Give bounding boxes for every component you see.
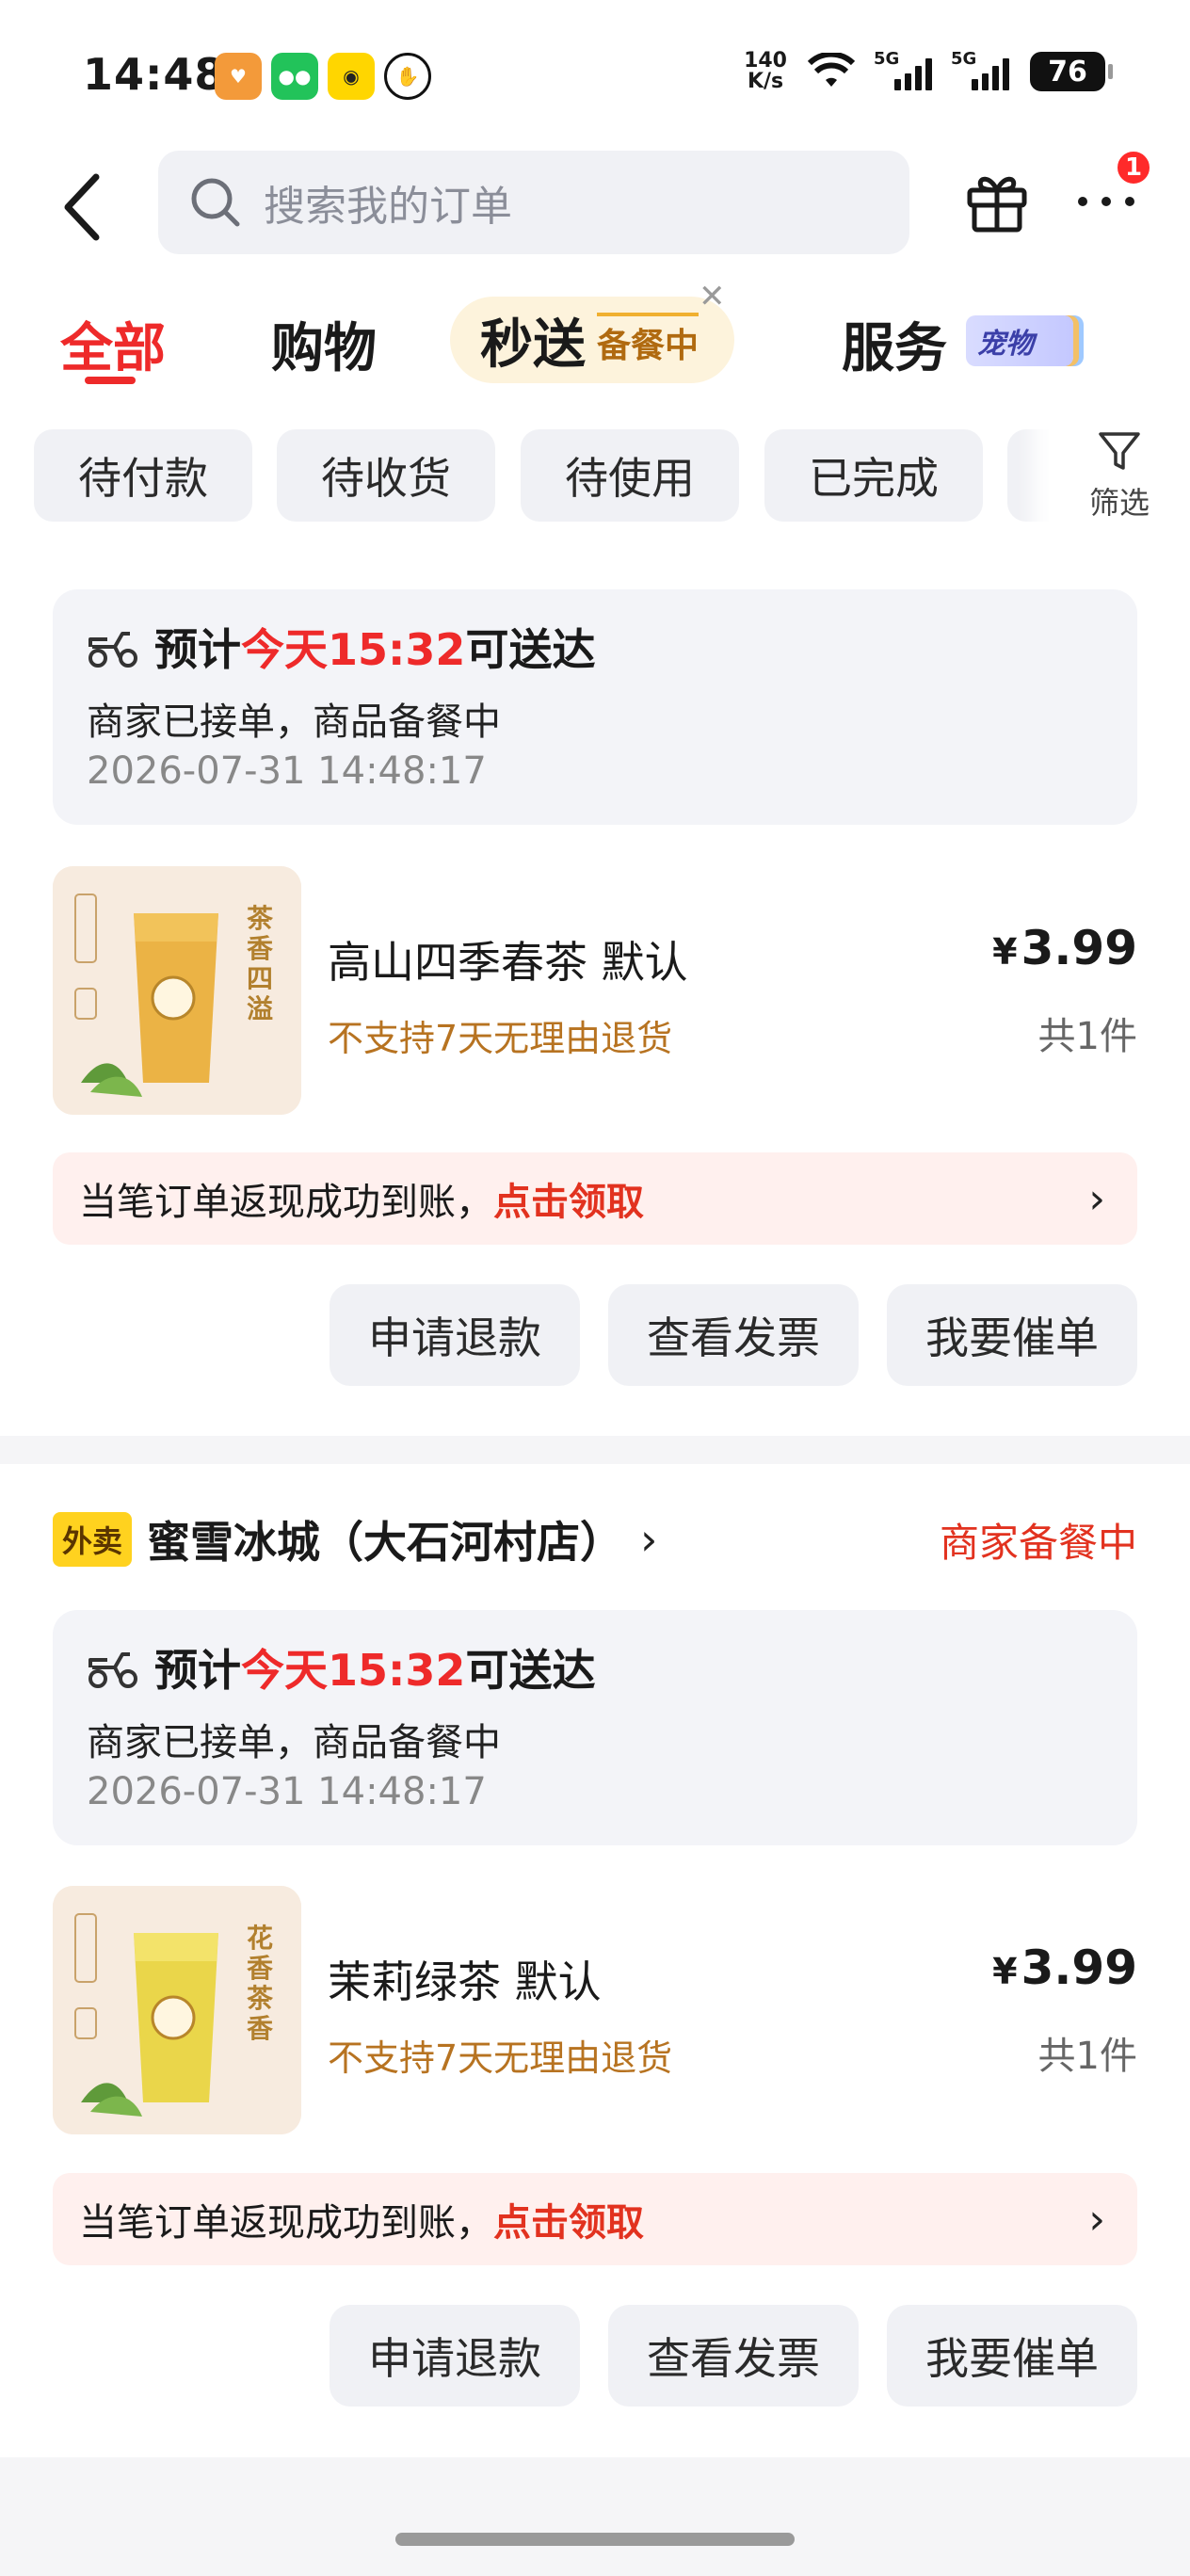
chip-pending-use[interactable]: 待使用 (521, 429, 739, 522)
order-card: 外卖 蜜雪冰城（大石河村店） › 商家备餐中 预计今天15:32可送达 商家已接… (0, 1464, 1190, 2457)
gesture-bar[interactable] (395, 2533, 795, 2546)
wifi-icon (808, 53, 855, 87)
search-icon (191, 178, 240, 227)
store-header[interactable]: 外卖 蜜雪冰城（大石河村店） › 商家备餐中 (53, 1511, 1137, 1568)
notification-icons: ♥ ●● ◉ ✋ (215, 53, 431, 100)
filter-icon (1099, 432, 1140, 470)
order-actions: 申请退款 查看发票 我要催单 (330, 2305, 1137, 2407)
product-quantity: 共1件 (1037, 2035, 1137, 2078)
signal-icon-1: 5G (874, 49, 932, 90)
cashback-banner[interactable]: 当笔订单返现成功到账， 点击领取 › (53, 1152, 1137, 1245)
signal-icon-2: 5G (951, 49, 1009, 90)
chevron-right-icon: › (1088, 2195, 1105, 2244)
product-thumb-text: 花香茶香 (247, 1923, 274, 2044)
hand-icon: ✋ (384, 53, 431, 100)
tab-services[interactable]: 服务 (842, 306, 947, 382)
claim-cashback-link[interactable]: 点击领取 (493, 1171, 644, 1226)
delivery-eta-box: 预计今天15:32可送达 商家已接单，商品备餐中 2026-07-31 14:4… (53, 1610, 1137, 1845)
product-thumbnail[interactable]: 花香茶香 (53, 1886, 301, 2134)
order-timestamp: 2026-07-31 14:48:17 (87, 1770, 487, 1813)
cashback-banner[interactable]: 当笔订单返现成功到账， 点击领取 › (53, 2173, 1137, 2265)
chip-completed[interactable]: 已完成 (764, 429, 983, 522)
product-thumbnail[interactable]: 茶香四溢 (53, 866, 301, 1115)
gift-icon[interactable] (962, 166, 1032, 235)
status-bar: 14:48 ♥ ●● ◉ ✋ 140 K/s 5G 5G 76 (0, 0, 1190, 141)
wechat-icon: ●● (271, 53, 318, 100)
close-icon[interactable]: ✕ (699, 278, 726, 315)
pet-badge: 宠物 (966, 315, 1073, 366)
tab-shopping[interactable]: 购物 (271, 306, 377, 382)
product-price: ¥3.99 (992, 1940, 1137, 1995)
chevron-right-icon: › (640, 1514, 658, 1565)
tab-instant-delivery-status: 备餐中 (597, 313, 700, 367)
store-name[interactable]: 蜜雪冰城（大石河村店） (147, 1508, 623, 1570)
tab-active-indicator (85, 377, 136, 384)
return-policy-note: 不支持7天无理由退货 (328, 1018, 673, 1059)
tab-instant-delivery[interactable]: 秒送 备餐中 (450, 297, 734, 383)
takeout-tag: 外卖 (53, 1512, 133, 1567)
order-card: 预计今天15:32可送达 商家已接单，商品备餐中 2026-07-31 14:4… (0, 546, 1190, 1436)
tab-all[interactable]: 全部 (60, 306, 166, 382)
chevron-right-icon: › (1088, 1174, 1105, 1223)
refund-button[interactable]: 申请退款 (330, 2305, 580, 2407)
clock: 14:48 (83, 49, 226, 100)
product-name: 高山四季春茶 默认 (328, 937, 688, 988)
store-status: 商家备餐中 (939, 1519, 1137, 1566)
scooter-icon (88, 1652, 137, 1688)
return-policy-note: 不支持7天无理由退货 (328, 2037, 673, 2079)
filter-button[interactable]: 筛选 (1049, 405, 1190, 546)
chip-pending-payment[interactable]: 待付款 (34, 429, 252, 522)
order-status-text: 商家已接单，商品备餐中 (87, 700, 501, 744)
notification-badge: 1 (1115, 149, 1152, 186)
scooter-icon (88, 632, 137, 668)
product-quantity: 共1件 (1037, 1015, 1137, 1058)
urge-order-button[interactable]: 我要催单 (887, 2305, 1137, 2407)
claim-cashback-link[interactable]: 点击领取 (493, 2192, 644, 2246)
eta-text: 预计今天15:32可送达 (154, 1645, 596, 1696)
product-row[interactable]: 花香茶香 茉莉绿茶 默认 不支持7天无理由退货 ¥3.99 共1件 (53, 1886, 1137, 2134)
network-speed: 140 K/s (744, 49, 787, 93)
search-placeholder: 搜索我的订单 (264, 183, 512, 231)
heart-app-icon: ♥ (215, 53, 262, 100)
back-arrow-icon[interactable] (55, 169, 111, 245)
order-status-text: 商家已接单，商品备餐中 (87, 1721, 501, 1764)
view-invoice-button[interactable]: 查看发票 (608, 1284, 859, 1386)
urge-order-button[interactable]: 我要催单 (887, 1284, 1137, 1386)
eta-text: 预计今天15:32可送达 (154, 624, 596, 675)
xianyu-icon: ◉ (328, 53, 375, 100)
refund-button[interactable]: 申请退款 (330, 1284, 580, 1386)
more-options-icon[interactable] (1073, 181, 1139, 218)
chip-pending-receipt[interactable]: 待收货 (277, 429, 495, 522)
product-price: ¥3.99 (992, 921, 1137, 975)
view-invoice-button[interactable]: 查看发票 (608, 2305, 859, 2407)
search-input[interactable]: 搜索我的订单 (158, 151, 909, 254)
filter-bar: 待付款 待收货 待使用 已完成 筛选 (0, 405, 1190, 546)
order-timestamp: 2026-07-31 14:48:17 (87, 749, 487, 793)
battery-icon: 76 (1030, 52, 1113, 91)
order-tabs: 全部 购物 秒送 备餐中 ✕ 服务 宠物 (0, 278, 1190, 405)
product-row[interactable]: 茶香四溢 高山四季春茶 默认 不支持7天无理由退货 ¥3.99 共1件 (53, 866, 1137, 1115)
product-name: 茉莉绿茶 默认 (328, 1956, 602, 2007)
order-actions: 申请退款 查看发票 我要催单 (330, 1284, 1137, 1386)
delivery-eta-box: 预计今天15:32可送达 商家已接单，商品备餐中 2026-07-31 14:4… (53, 589, 1137, 825)
product-thumb-text: 茶香四溢 (247, 903, 274, 1024)
header: 搜索我的订单 1 (0, 141, 1190, 278)
